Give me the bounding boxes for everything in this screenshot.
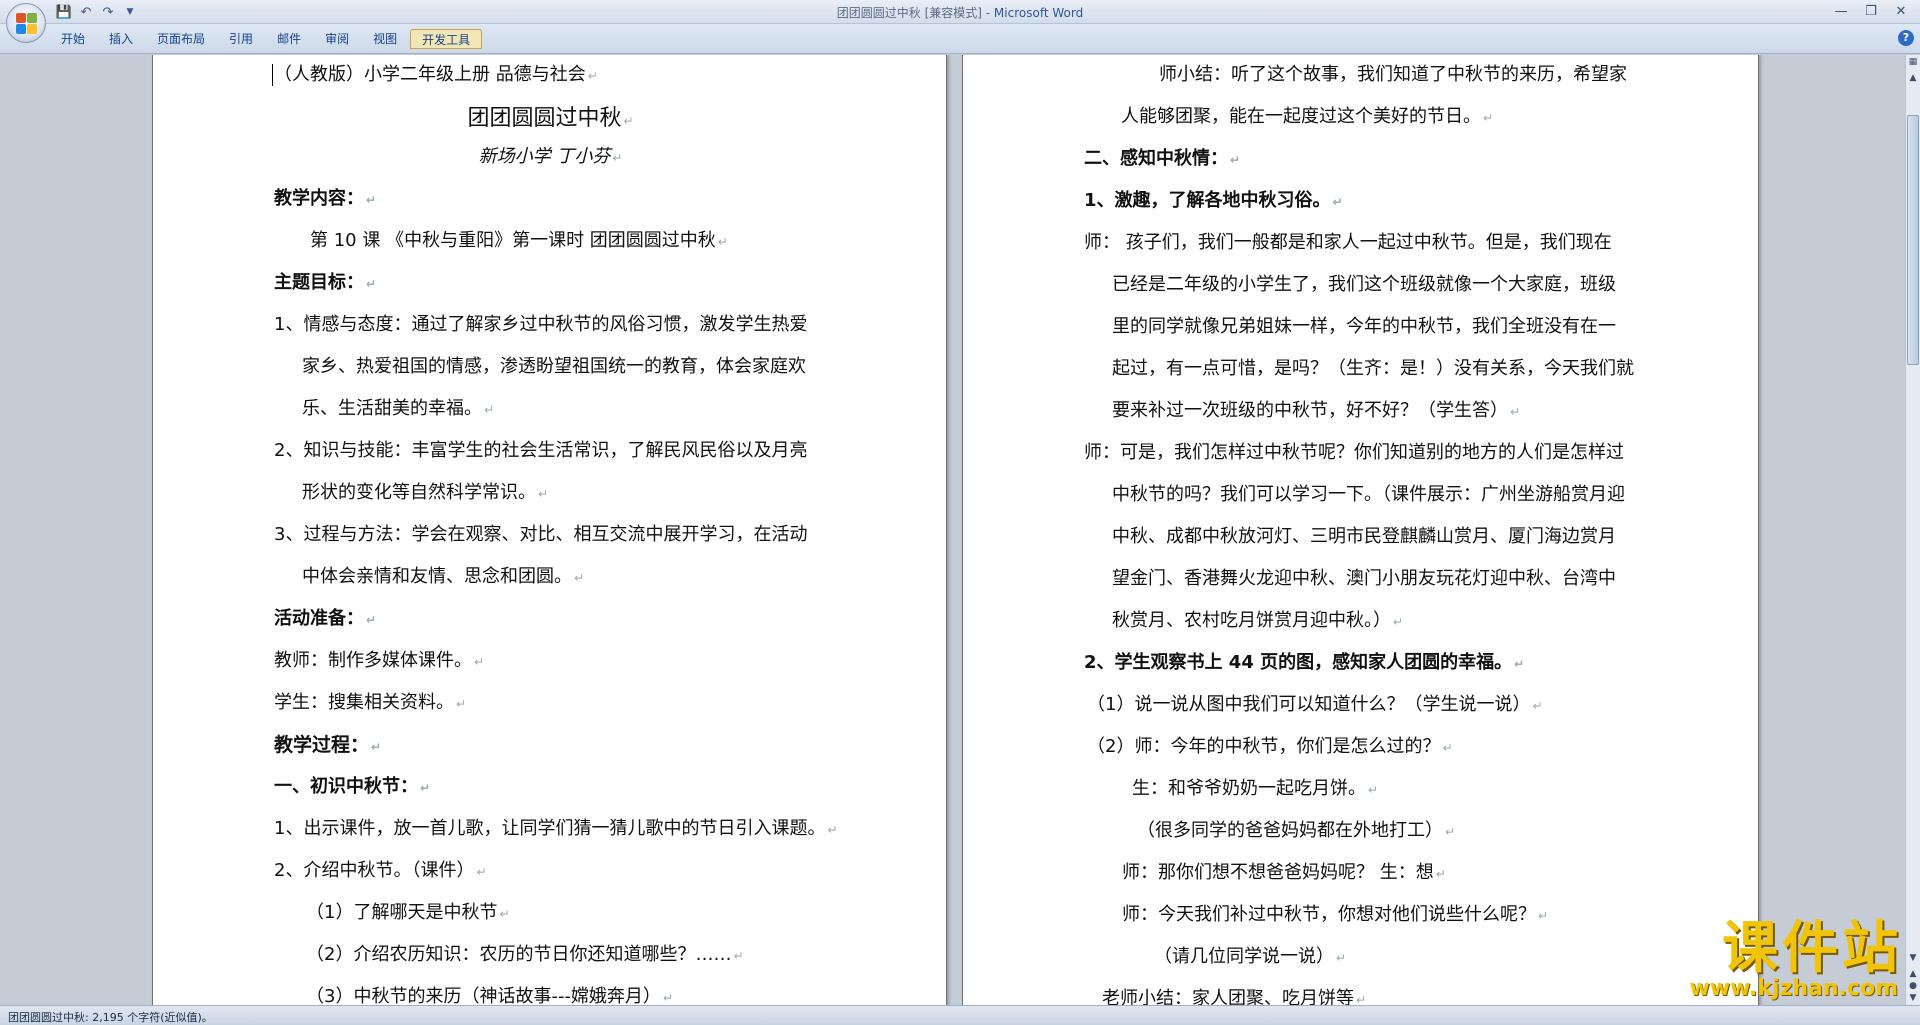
heading-process: 教学过程： ↵ — [274, 734, 382, 756]
goal-2-line: 形状的变化等自然科学常识。 ↵ — [302, 482, 549, 503]
para-1-line: 要来补过一次班级的中秋节，好不好？（学生答） ↵ — [1112, 400, 1521, 421]
goal-3-line: 中体会亲情和友情、思念和团圆。 ↵ — [302, 566, 585, 587]
tab-review[interactable]: 审阅 — [314, 29, 360, 49]
lesson-line: 第 10 课 《中秋与重阳》第一课时 团团圆圆过中秋 ↵ — [310, 230, 728, 251]
status-word-count[interactable]: 团团圆圆过中秋: 2,195 个字符(近似值)。 — [8, 1009, 213, 1025]
answer-line: 师：今天我们补过中秋节，你想对他们说些什么呢？ ↵ — [1122, 904, 1549, 925]
watermark-text: 课件站 — [1722, 915, 1902, 981]
doc-author: 新场小学 丁小芬 ↵ — [478, 146, 623, 167]
para-2-line: 秋赏月、农村吃月饼赏月迎中秋。） ↵ — [1112, 610, 1404, 631]
restore-icon[interactable]: ❐ — [1856, 0, 1886, 22]
page-right[interactable]: 师小结：听了这个故事，我们知道了中秋节的来历，希望家 人能够团聚，能在一起度过这… — [962, 55, 1759, 1005]
heading-section-2: 二、感知中秋情： ↵ — [1084, 148, 1241, 169]
answer-line: （请几位同学说一说） ↵ — [1154, 946, 1347, 967]
para-2-line: 师：可是，我们怎样过中秋节呢？你们知道别的地方的人们是怎样过 — [1084, 442, 1624, 463]
heading-section-1: 一、初识中秋节： ↵ — [274, 776, 431, 797]
close-icon[interactable]: ✕ — [1886, 0, 1916, 22]
heading-2-1: 1、激趣，了解各地中秋习俗。 ↵ — [1084, 190, 1343, 211]
summary-line: 人能够团聚，能在一起度过这个美好的节日。 ↵ — [1121, 106, 1494, 127]
scroll-up-icon[interactable]: ▲ — [1907, 71, 1919, 85]
question-1: （1）说一说从图中我们可以知道什么？（学生说一说） ↵ — [1087, 694, 1543, 715]
step-1-2a: （1）了解哪天是中秋节 ↵ — [306, 902, 510, 923]
status-bar: 团团圆圆过中秋: 2,195 个字符(近似值)。 — [0, 1005, 1920, 1025]
help-icon[interactable]: ? — [1898, 30, 1914, 46]
step-1-2: 2、介绍中秋节。（课件） ↵ — [274, 860, 487, 881]
prep-student: 学生：搜集相关资料。 ↵ — [274, 692, 467, 713]
tab-mailings[interactable]: 邮件 — [266, 29, 312, 49]
window-title-doc: 团团圆圆过中秋 [兼容模式] - — [836, 6, 994, 20]
office-button[interactable] — [6, 3, 46, 43]
watermark-logo: 课件站 www.kjzhan.com — [1662, 918, 1902, 1003]
tab-view[interactable]: 视图 — [362, 29, 408, 49]
tab-developer[interactable]: 开发工具 — [410, 29, 483, 49]
teacher-summary: 老师小结：家人团聚、吃月饼等 ↵ — [1102, 988, 1367, 1005]
scroll-down-icon[interactable]: ▼ — [1907, 951, 1919, 965]
prep-teacher: 教师：制作多媒体课件。 ↵ — [274, 650, 485, 671]
summary-line: 师小结：听了这个故事，我们知道了中秋节的来历，希望家 — [1159, 64, 1627, 85]
para-2-line: 中秋节的吗？我们可以学习一下。（课件展示：广州坐游船赏月迎 — [1112, 484, 1625, 505]
watermark-url: www.kjzhan.com — [1689, 976, 1898, 1001]
title-bar: 💾 ↶ ↷ ▼ 团团圆圆过中秋 [兼容模式] - Microsoft Word … — [0, 0, 1920, 24]
step-1-2c: （3）中秋节的来历（神话故事---嫦娥奔月） ↵ — [306, 986, 673, 1005]
goal-1-line: 家乡、热爱祖国的情感，渗透盼望祖国统一的教育，体会家庭欢 — [302, 356, 806, 377]
scrollbar-thumb[interactable] — [1907, 115, 1919, 365]
answer-line: 师：那你们想不想爸爸妈妈呢？ 生：想 ↵ — [1122, 862, 1446, 883]
doc-header-line: （人教版）小学二年级上册 品德与社会 ↵ — [274, 64, 598, 85]
doc-title: 团团圆圆过中秋 ↵ — [467, 106, 634, 131]
tab-references[interactable]: 引用 — [218, 29, 264, 49]
goal-1-line: 乐、生活甜美的幸福。 ↵ — [302, 398, 495, 419]
answer-line: （很多同学的爸爸妈妈都在外地打工） ↵ — [1137, 820, 1456, 841]
step-1-1: 1、出示课件，放一首儿歌，让同学们猜一猜儿歌中的节日引入课题。 ↵ — [274, 818, 838, 839]
tab-insert[interactable]: 插入 — [98, 29, 144, 49]
window-title-app: Microsoft Word — [993, 6, 1084, 20]
answer-line: 生：和爷爷奶奶一起吃月饼。 ↵ — [1132, 778, 1379, 799]
para-1-line: 已经是二年级的小学生了，我们这个班级就像一个大家庭，班级 — [1112, 274, 1616, 295]
step-1-2b: （2）介绍农历知识：农历的节日你还知道哪些？…… ↵ — [306, 944, 744, 965]
heading-goals: 主题目标： ↵ — [274, 272, 377, 293]
tab-page-layout[interactable]: 页面布局 — [146, 29, 216, 49]
text-cursor — [272, 64, 273, 86]
para-1-line: 起过，有一点可惜，是吗？（生齐：是！）没有关系，今天我们就 — [1112, 358, 1634, 379]
para-2-line: 望金门、香港舞火龙迎中秋、澳门小朋友玩花灯迎中秋、台湾中 — [1112, 568, 1616, 589]
goal-3-line: 3、过程与方法：学会在观察、对比、相互交流中展开学习，在活动 — [274, 524, 808, 545]
tab-home[interactable]: 开始 — [50, 29, 96, 49]
ruler-toggle-icon[interactable]: ▦ — [1907, 55, 1919, 69]
goal-2-line: 2、知识与技能：丰富学生的社会生活常识，了解民风民俗以及月亮 — [274, 440, 808, 461]
ribbon: 开始 插入 页面布局 引用 邮件 审阅 视图 开发工具 ? — [0, 24, 1920, 54]
heading-prep: 活动准备： ↵ — [274, 608, 377, 629]
office-logo-icon — [16, 13, 38, 35]
page-left[interactable]: （人教版）小学二年级上册 品德与社会 ↵ 团团圆圆过中秋 ↵ 新场小学 丁小芬 ↵ 教… — [152, 55, 947, 1005]
para-1-line: 师： 孩子们，我们一般都是和家人一起过中秋节。但是，我们现在 — [1084, 232, 1612, 253]
next-page-icon[interactable]: ▼ — [1907, 991, 1919, 1005]
window-controls: — ❐ ✕ — [1826, 0, 1916, 22]
ribbon-tabs: 开始 插入 页面布局 引用 邮件 审阅 视图 开发工具 — [50, 29, 483, 49]
vertical-scrollbar[interactable]: ▦ ▲ ▼ ▲ ● ▼ — [1905, 55, 1920, 1005]
question-2: （2）师：今年的中秋节，你们是怎么过的？ ↵ — [1087, 736, 1453, 757]
goal-1-line: 1、情感与态度：通过了解家乡过中秋节的风俗习惯，激发学生热爱 — [274, 314, 808, 335]
heading-content: 教学内容： ↵ — [274, 188, 377, 209]
window-title: 团团圆圆过中秋 [兼容模式] - Microsoft Word — [0, 4, 1920, 21]
minimize-icon[interactable]: — — [1826, 0, 1856, 22]
para-2-line: 中秋、成都中秋放河灯、三明市民登麒麟山赏月、厦门海边赏月 — [1112, 526, 1616, 547]
heading-2-2: 2、学生观察书上 44 页的图，感知家人团圆的幸福。 ↵ — [1084, 652, 1525, 673]
document-area: （人教版）小学二年级上册 品德与社会 ↵ 团团圆圆过中秋 ↵ 新场小学 丁小芬 ↵ 教… — [0, 55, 1905, 1005]
para-1-line: 里的同学就像兄弟姐妹一样，今年的中秋节，我们全班没有在一 — [1112, 316, 1616, 337]
